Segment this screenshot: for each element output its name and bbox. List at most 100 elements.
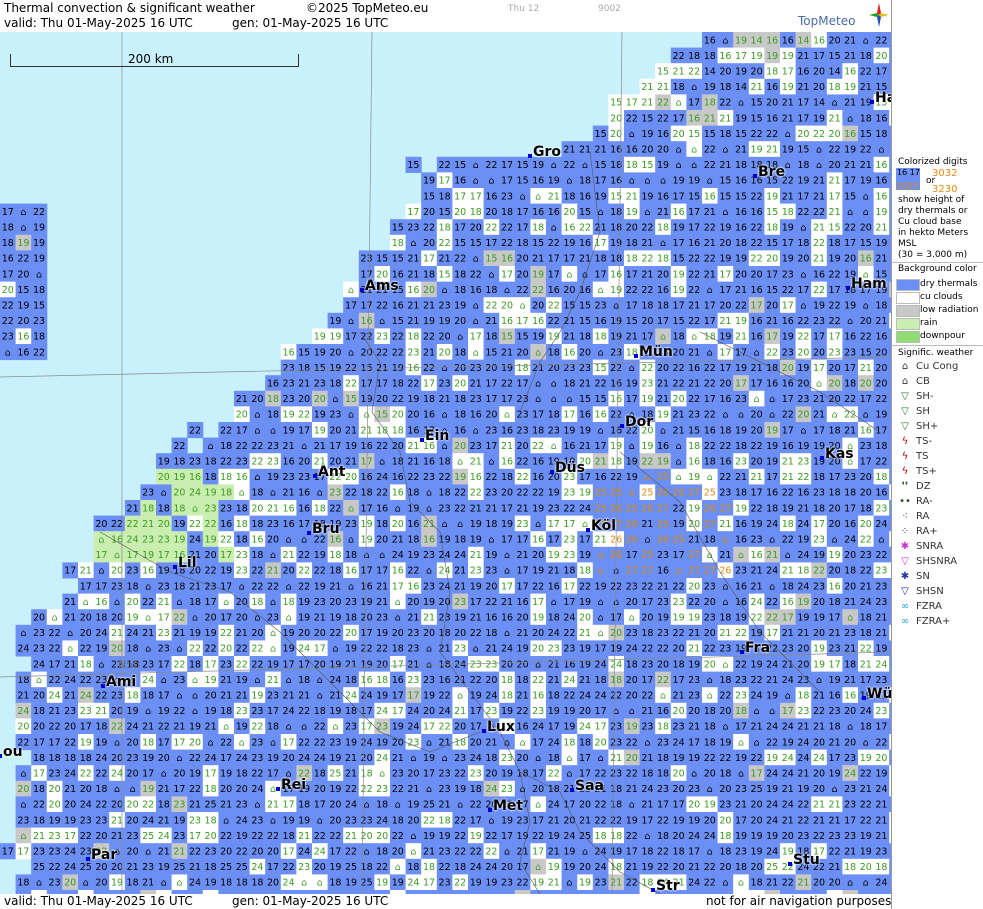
- cell-value: 27: [657, 503, 669, 514]
- cell-value: 18: [782, 581, 794, 592]
- cell-value: 19: [719, 223, 731, 234]
- cell-value: 24: [766, 769, 778, 780]
- cell-value: 20: [860, 223, 872, 234]
- cell-value: ⌂: [566, 394, 572, 405]
- cell-value: ⌂: [176, 878, 182, 889]
- cell-value: 21: [673, 425, 685, 436]
- cell-value: 21: [314, 613, 326, 624]
- cell-value: 17: [829, 753, 841, 764]
- thermal-map[interactable]: 16⌂1914161614162021⌂22222218181617191919…: [0, 32, 891, 894]
- cell-value: 15: [751, 113, 763, 124]
- cell-value: 17: [501, 581, 513, 592]
- cell-value: ⌂: [192, 691, 198, 702]
- cell-value: 19: [579, 425, 591, 436]
- cell-value: 19: [782, 503, 794, 514]
- topmeteo-logo[interactable]: TopMeteo: [798, 14, 855, 28]
- cell-value: 21: [657, 379, 669, 390]
- cell-value: 16: [345, 566, 357, 577]
- cell-value: 23: [735, 457, 747, 468]
- cell-value: 21: [735, 332, 747, 343]
- cell-value: 20: [875, 753, 887, 764]
- cell-value: 18: [33, 285, 45, 296]
- cell-value: ⌂: [317, 488, 323, 499]
- cell-value: 20: [673, 644, 685, 655]
- cell-value: 21: [579, 675, 591, 686]
- cell-value: 18: [283, 597, 295, 608]
- cell-value: 18: [610, 800, 622, 811]
- cell-value: 23: [220, 659, 232, 670]
- cell-value: 18: [454, 535, 466, 546]
- cell-value: 18: [626, 160, 638, 171]
- cell-value: 20: [298, 394, 310, 405]
- cell-value: 22: [673, 363, 685, 374]
- cell-value: 24: [485, 691, 497, 702]
- cell-value: 20: [485, 410, 497, 421]
- cell-value: 14: [704, 67, 716, 78]
- cell-value: 24: [283, 878, 295, 889]
- cell-value: 20: [329, 815, 341, 826]
- cell-value: 27: [704, 566, 716, 577]
- cell-value: 21: [719, 113, 731, 124]
- cell-value: 19: [626, 722, 638, 733]
- cell-value: 22: [813, 238, 825, 249]
- city-label: Düs: [555, 460, 585, 476]
- cell-value: 24: [407, 722, 419, 733]
- cell-value: 21: [844, 425, 856, 436]
- cell-value: 18: [610, 784, 622, 795]
- cell-value: 18: [875, 441, 887, 452]
- cell-value: ⌂: [83, 597, 89, 608]
- cell-value: 17: [673, 113, 685, 124]
- cell-value: 16: [563, 441, 575, 452]
- cell-value: 18: [719, 769, 731, 780]
- cell-value: 18: [298, 363, 310, 374]
- cell-value: ⌂: [98, 659, 104, 670]
- cell-value: 21: [688, 379, 700, 390]
- cell-value: 20: [782, 831, 794, 842]
- cell-value: 20: [220, 644, 232, 655]
- cell-value: 19: [423, 691, 435, 702]
- cell-value: 15: [688, 425, 700, 436]
- cell-value: 23: [688, 410, 700, 421]
- cell-value: 19: [49, 815, 61, 826]
- cell-value: ⌂: [738, 410, 744, 421]
- cell-value: 22: [205, 644, 217, 655]
- cell-value: 19: [657, 410, 669, 421]
- cell-value: ⌂: [660, 425, 666, 436]
- cell-value: 21: [782, 472, 794, 483]
- cell-value: 17: [298, 425, 310, 436]
- cell-value: 24: [314, 753, 326, 764]
- cell-value: 16: [501, 613, 513, 624]
- cell-value: 22: [704, 363, 716, 374]
- cell-value: 20: [782, 363, 794, 374]
- cell-value: 25: [766, 862, 778, 873]
- cell-value: 25: [142, 831, 154, 842]
- cell-value: 17: [673, 550, 685, 561]
- cell-value: 20: [595, 737, 607, 748]
- cell-value: 19: [860, 753, 872, 764]
- cell-value: 20: [719, 379, 731, 390]
- cell-value: 21: [641, 269, 653, 280]
- cell-value: 22: [829, 269, 841, 280]
- cell-value: 20: [813, 597, 825, 608]
- cell-value: 16: [704, 35, 716, 46]
- cell-value: 19: [33, 223, 45, 234]
- cell-value: 16: [2, 254, 14, 265]
- cell-value: 17: [376, 566, 388, 577]
- cell-value: 25: [33, 862, 45, 873]
- cell-value: 18: [173, 457, 185, 468]
- cell-value: 17: [782, 425, 794, 436]
- cell-value: 21: [704, 207, 716, 218]
- cell-value: 18: [127, 644, 139, 655]
- cell-value: 22: [766, 613, 778, 624]
- compass-icon: [869, 3, 889, 27]
- cell-value: 24: [782, 722, 794, 733]
- cell-value: 17: [563, 410, 575, 421]
- cell-value: 20: [454, 207, 466, 218]
- cell-value: 19: [361, 535, 373, 546]
- cell-value: 20: [329, 597, 341, 608]
- cell-value: 17: [751, 488, 763, 499]
- cell-value: 21: [860, 784, 872, 795]
- cell-value: 22: [314, 722, 326, 733]
- cell-value: 19: [423, 176, 435, 187]
- cell-value: 22: [657, 815, 669, 826]
